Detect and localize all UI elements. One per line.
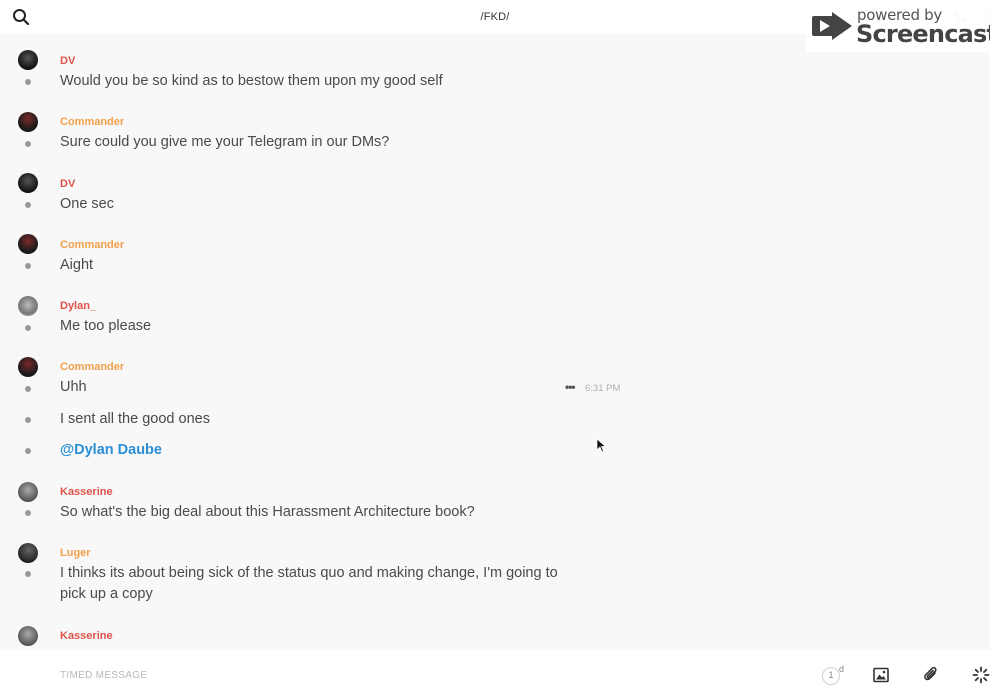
message-author[interactable]: DV [60, 55, 75, 67]
message-author[interactable]: Dylan_ [60, 300, 96, 312]
avatar[interactable] [18, 173, 38, 193]
paperclip-icon[interactable] [923, 666, 939, 684]
timer-unit: d [839, 664, 845, 674]
message-author[interactable]: Kasserine [60, 630, 113, 642]
message-bullet [25, 448, 31, 454]
message-bullet [25, 263, 31, 269]
message-author[interactable]: Commander [60, 116, 124, 128]
avatar[interactable] [18, 626, 38, 646]
avatar[interactable] [18, 50, 38, 70]
message-text: So what's the big deal about this Harass… [60, 504, 475, 520]
message-bullet [25, 141, 31, 147]
timer-value: 1 [822, 667, 840, 685]
message-text: I thinks its about being sick of the sta… [60, 565, 558, 602]
message-text: Uhh [60, 379, 87, 395]
avatar[interactable] [18, 543, 38, 563]
message-list[interactable]: DV Would you be so kind as to bestow the… [0, 34, 990, 650]
message-text: Aight [60, 257, 94, 273]
mention-link[interactable]: @Dylan Daube [60, 440, 580, 461]
message-bullet [25, 79, 31, 85]
avatar[interactable] [18, 234, 38, 254]
message-bullet [25, 202, 31, 208]
message-text: Sure could you give me your Telegram in … [60, 134, 390, 150]
message-timestamp: 6:31 PM [585, 383, 621, 394]
message-text: Would you be so kind as to bestow them u… [60, 73, 443, 89]
message-bullet [25, 386, 31, 392]
avatar[interactable] [18, 112, 38, 132]
message-bullet [25, 571, 31, 577]
avatar[interactable] [18, 482, 38, 502]
timed-message-input[interactable] [60, 663, 660, 687]
avatar[interactable] [18, 296, 38, 316]
avatar[interactable] [18, 357, 38, 377]
message-more-button[interactable]: ••• [565, 380, 576, 394]
message-author[interactable]: Commander [60, 239, 124, 251]
message-text: One sec [60, 196, 114, 212]
message-bullet [25, 510, 31, 516]
message-bullet [25, 417, 31, 423]
message-author[interactable]: DV [60, 178, 75, 190]
giphy-spark-icon[interactable] [972, 666, 990, 684]
mouse-cursor-icon [597, 439, 607, 453]
message-text: I sent all the good ones [60, 411, 210, 427]
composer-bar: 1 d [0, 650, 990, 700]
message-author[interactable]: Commander [60, 361, 124, 373]
message-text: Me too please [60, 318, 152, 334]
timer-button[interactable]: 1 d [822, 664, 846, 686]
message-author[interactable]: Luger [60, 547, 91, 559]
message-bullet [25, 325, 31, 331]
image-icon[interactable] [873, 667, 889, 683]
message-author[interactable]: Kasserine [60, 486, 113, 498]
